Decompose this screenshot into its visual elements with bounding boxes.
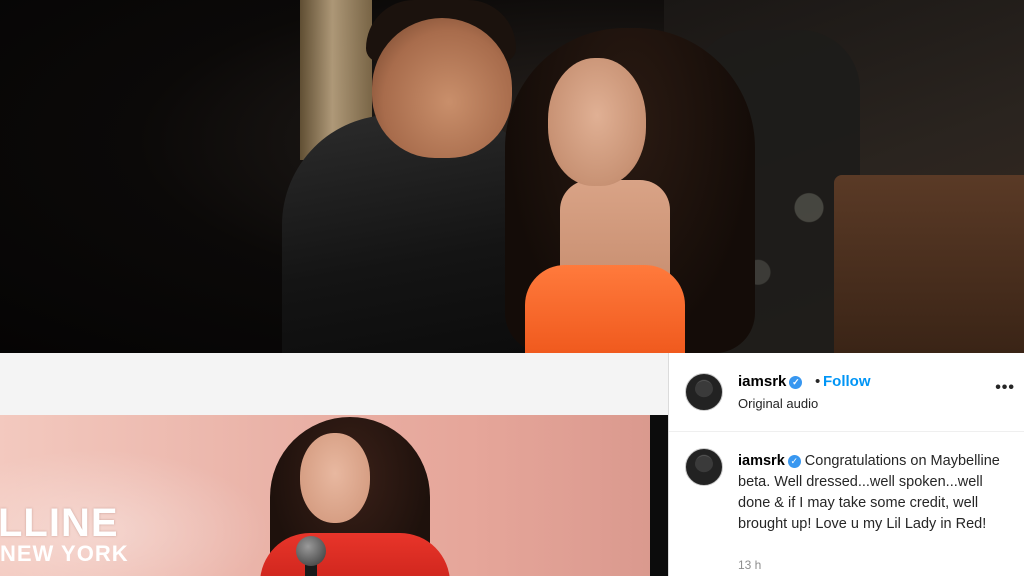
avatar[interactable] — [685, 373, 723, 411]
video-edge — [650, 415, 668, 576]
caption-username[interactable]: iamsrk — [738, 453, 785, 469]
man-face — [372, 18, 512, 158]
girl-orange-dress — [525, 265, 685, 353]
video-brand-line1: LLINE — [0, 501, 119, 545]
caption-avatar[interactable] — [685, 448, 723, 486]
caption: iamsrk ✓ Congratulations on Maybelline be… — [738, 451, 1008, 535]
more-options-icon[interactable]: ••• — [995, 379, 1015, 397]
post-username[interactable]: iamsrk ✓ — [738, 373, 803, 390]
verified-badge-icon: ✓ — [789, 376, 803, 389]
separator-dot: • — [815, 373, 821, 390]
post-sidebar: iamsrk ✓ • Follow Original audio ••• iams… — [668, 353, 1024, 576]
follow-button[interactable]: Follow — [823, 373, 871, 390]
video-player[interactable]: LLINE NEW YORK — [0, 415, 668, 576]
top-photo — [0, 0, 1024, 353]
post-timestamp[interactable]: 13 h — [738, 558, 761, 572]
video-woman-face — [300, 433, 370, 523]
video-brand-line2: NEW YORK — [0, 541, 129, 566]
girl-face — [548, 58, 646, 186]
video-top-band — [0, 353, 668, 415]
post-username-text[interactable]: iamsrk — [738, 373, 786, 390]
video-red-jacket — [260, 533, 450, 576]
verified-badge-icon: ✓ — [787, 455, 801, 468]
microphone-icon — [296, 536, 326, 566]
audio-label[interactable]: Original audio — [738, 396, 818, 411]
post-header: iamsrk ✓ • Follow Original audio ••• — [669, 353, 1024, 432]
background-chair — [834, 175, 1024, 353]
